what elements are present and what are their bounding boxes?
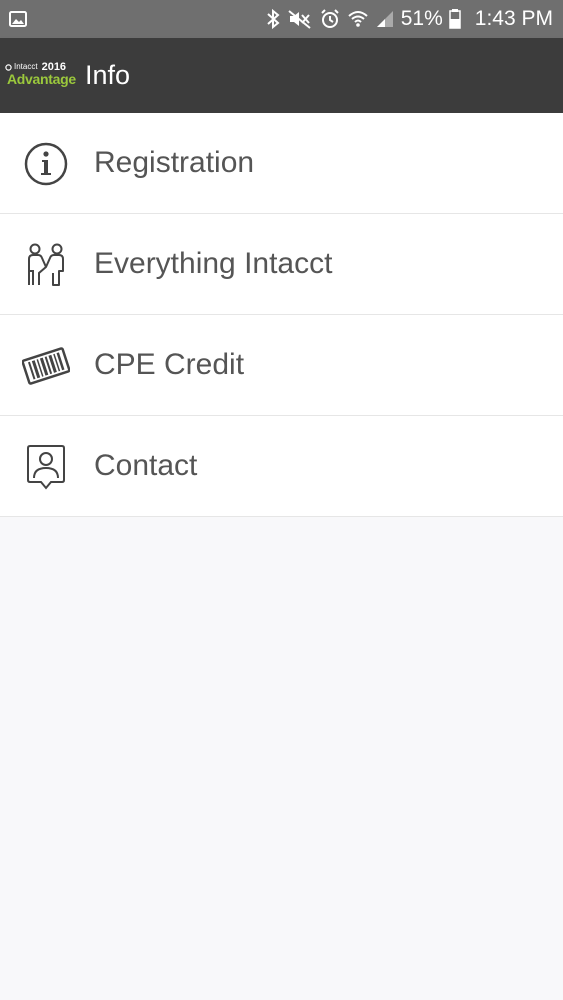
menu-item-contact[interactable]: Contact	[0, 416, 563, 517]
menu-item-everything-intacct[interactable]: Everything Intacct	[0, 214, 563, 315]
people-handshake-icon	[28, 243, 64, 286]
page-title: Info	[85, 60, 131, 90]
menu-item-registration[interactable]: Registration	[0, 113, 563, 214]
menu-item-label: Contact	[94, 449, 198, 482]
intacct-logo-mark-icon	[5, 63, 12, 71]
menu-item-cpe-credit[interactable]: CPE Credit	[0, 315, 563, 416]
menu-item-label: Registration	[94, 146, 255, 179]
status-bar: 51% 1:43 PM	[0, 0, 563, 38]
battery-icon	[449, 9, 461, 29]
contact-card-icon	[27, 445, 65, 490]
mute-icon	[288, 10, 311, 29]
info-icon	[24, 142, 68, 186]
menu-item-label: Everything Intacct	[94, 247, 333, 280]
info-menu-list: Registration Everything Intacct CPE Cred…	[0, 113, 563, 517]
battery-percent: 51%	[400, 7, 443, 30]
logo-product: Advantage	[7, 71, 76, 87]
bluetooth-icon	[267, 8, 280, 30]
status-time: 1:43 PM	[474, 7, 553, 30]
alarm-icon	[321, 9, 339, 28]
barcode-icon	[22, 347, 70, 385]
signal-icon	[376, 11, 393, 27]
app-logo[interactable]: Intacct 2016 Advantage	[5, 62, 76, 88]
image-notification-icon	[9, 11, 27, 27]
menu-item-label: CPE Credit	[94, 348, 245, 381]
wifi-icon	[348, 11, 368, 27]
